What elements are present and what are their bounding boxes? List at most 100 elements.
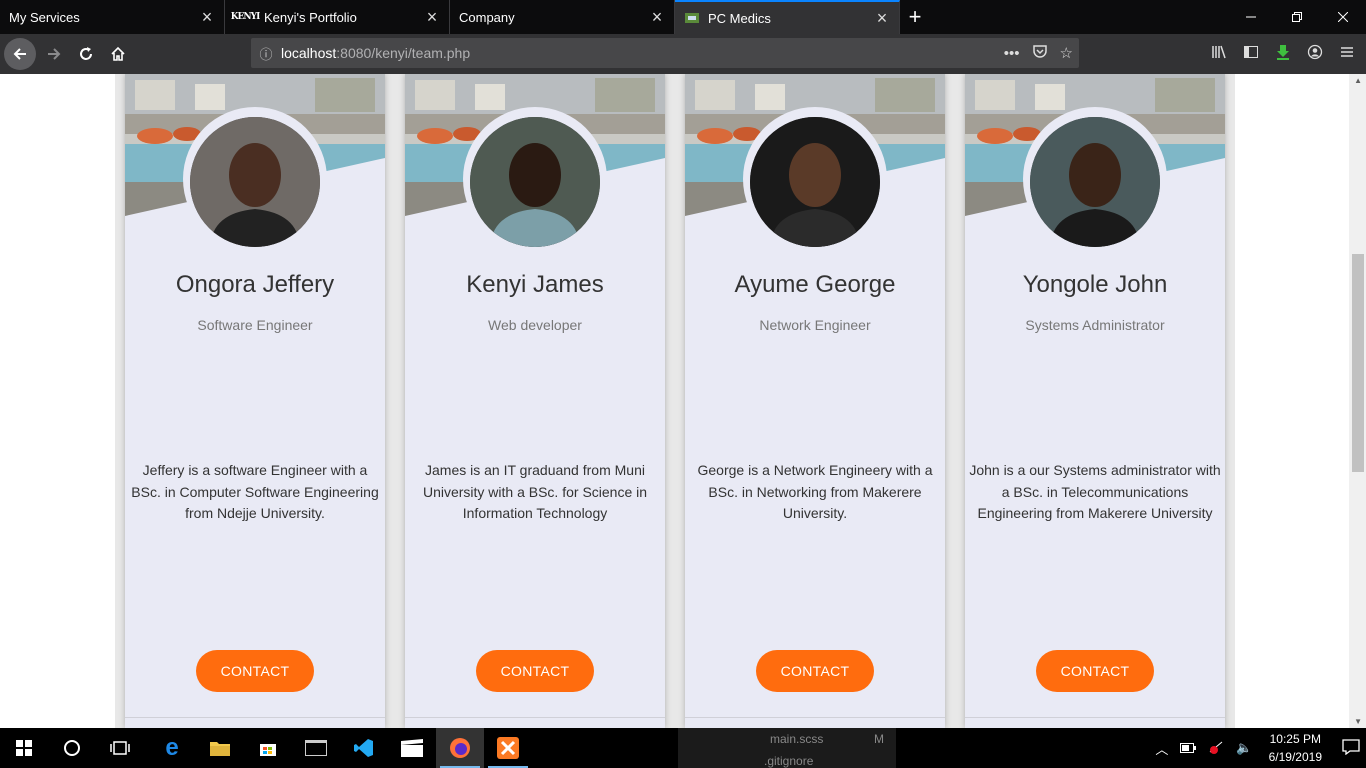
file-explorer-button[interactable] <box>196 728 244 768</box>
network-icon[interactable] <box>1208 740 1224 757</box>
close-tab-icon[interactable]: × <box>875 9 889 27</box>
battery-icon[interactable] <box>1180 741 1197 756</box>
card-divider <box>685 717 945 718</box>
url-text[interactable]: localhost:8080/kenyi/team.php <box>281 45 470 61</box>
ghost-line: main.scss <box>770 732 824 746</box>
store-button[interactable] <box>244 728 292 768</box>
contact-button[interactable]: CONTACT <box>756 650 874 692</box>
edge-button[interactable]: e <box>148 728 196 768</box>
notification-icon[interactable] <box>1342 738 1360 758</box>
navigation-toolbar: ⓘ localhost:8080/kenyi/team.php ••• ☆ <box>0 34 1366 74</box>
member-role: Systems Administrator <box>1025 317 1165 333</box>
reload-icon <box>80 47 92 60</box>
member-name: Ayume George <box>734 271 896 298</box>
page-actions-icon[interactable]: ••• <box>1004 45 1020 62</box>
system-tray: ︿ 🔈 10:25 PM 6/19/2019 <box>1149 728 1366 768</box>
tab-kenyis-portfolio[interactable]: KENYI Kenyi's Portfolio × <box>225 0 450 34</box>
close-tab-icon[interactable]: × <box>425 8 439 26</box>
close-tab-icon[interactable]: × <box>200 8 214 26</box>
scroll-up-icon[interactable]: ▲ <box>1354 76 1362 85</box>
new-tab-button[interactable]: + <box>900 0 930 34</box>
taskbar-ghost-preview: main.scss M .gitignore <box>678 728 896 768</box>
scroll-down-icon[interactable]: ▼ <box>1354 717 1362 726</box>
card-divider <box>965 717 1225 718</box>
vscode-icon <box>354 739 373 757</box>
contact-button[interactable]: CONTACT <box>196 650 314 692</box>
cortana-icon <box>64 740 80 756</box>
avatar-ring <box>743 107 887 251</box>
terminal-button[interactable] <box>292 728 340 768</box>
home-icon <box>111 46 125 61</box>
member-bio: John is a our Systems administrator with… <box>969 462 1221 521</box>
minimize-button[interactable] <box>1228 0 1274 34</box>
close-tab-icon[interactable]: × <box>650 8 664 26</box>
task-view-button[interactable] <box>96 728 144 768</box>
scrollbar-thumb[interactable] <box>1352 254 1364 472</box>
chevron-up-icon[interactable]: ︿ <box>1155 739 1168 758</box>
windows-taskbar: e main.scss M .gitignore ︿ 🔈 10:25 PM 6/… <box>0 728 1366 768</box>
download-icon[interactable] <box>1272 44 1294 64</box>
avatar-ring <box>183 107 327 251</box>
avatar-ring <box>463 107 607 251</box>
avatar <box>750 117 880 247</box>
tab-label: PC Medics <box>708 10 771 26</box>
ghost-flag: M <box>874 732 884 746</box>
clapperboard-icon <box>401 739 423 757</box>
kenyi-favicon: KENYI <box>230 12 261 22</box>
reload-button[interactable] <box>70 38 102 70</box>
avatar <box>470 117 600 247</box>
tab-label: Company <box>459 9 515 25</box>
folder-icon <box>210 742 230 756</box>
xampp-button[interactable] <box>484 728 532 768</box>
address-bar[interactable]: ⓘ localhost:8080/kenyi/team.php ••• ☆ <box>251 38 1079 68</box>
card-divider <box>125 717 385 718</box>
sidebar-icon[interactable] <box>1240 44 1262 64</box>
xampp-icon <box>497 737 519 759</box>
vscode-button[interactable] <box>340 728 388 768</box>
scrollbar[interactable]: ▲ ▼ <box>1349 74 1366 728</box>
url-host: localhost <box>281 45 337 61</box>
window-controls <box>1228 0 1366 34</box>
member-role: Software Engineer <box>197 317 313 333</box>
account-icon[interactable] <box>1304 44 1326 64</box>
url-path: :8080/kenyi/team.php <box>336 45 471 61</box>
contact-button[interactable]: CONTACT <box>1036 650 1154 692</box>
member-name: Ongora Jeffery <box>175 271 335 298</box>
back-button[interactable] <box>4 38 36 70</box>
volume-icon[interactable]: 🔈 <box>1236 740 1252 756</box>
task-view-icon <box>110 741 130 755</box>
team-card: Yongole John Systems Administrator John … <box>965 74 1225 728</box>
pocket-icon[interactable] <box>1032 43 1048 63</box>
start-button[interactable] <box>0 728 48 768</box>
library-icon[interactable] <box>1208 44 1230 64</box>
tab-pc-medics[interactable]: PC Medics × <box>675 0 900 34</box>
bookmark-star-icon[interactable]: ☆ <box>1060 44 1073 62</box>
team-section: Ongora Jeffery Software Engineer Jeffery… <box>115 74 1235 728</box>
restore-button[interactable] <box>1274 0 1320 34</box>
firefox-button[interactable] <box>436 728 484 768</box>
video-editor-button[interactable] <box>388 728 436 768</box>
clock-date: 6/19/2019 <box>1268 750 1322 764</box>
search-button[interactable] <box>48 728 96 768</box>
close-window-button[interactable] <box>1320 0 1366 34</box>
forward-button[interactable] <box>38 38 70 70</box>
member-bio: Jeffery is a software Engineer with a BS… <box>131 462 379 521</box>
firefox-icon <box>450 738 470 758</box>
tab-my-services[interactable]: My Services × <box>0 0 225 34</box>
member-role: Web developer <box>488 317 582 333</box>
tab-company[interactable]: Company × <box>450 0 675 34</box>
clock-time: 10:25 PM <box>1269 732 1321 746</box>
windows-icon <box>16 740 32 756</box>
plus-icon: + <box>908 4 922 29</box>
card-divider <box>405 717 665 718</box>
team-card: Ayume George Network Engineer George is … <box>685 74 945 728</box>
clock[interactable]: 10:25 PM 6/19/2019 <box>1269 730 1322 766</box>
menu-icon[interactable] <box>1336 44 1358 64</box>
contact-button[interactable]: CONTACT <box>476 650 594 692</box>
ghost-line: .gitignore <box>764 754 814 768</box>
terminal-icon <box>305 740 327 756</box>
home-button[interactable] <box>102 38 134 70</box>
team-card: Ongora Jeffery Software Engineer Jeffery… <box>125 74 385 728</box>
arrow-right-icon <box>48 48 61 60</box>
info-icon[interactable]: ⓘ <box>251 44 281 63</box>
